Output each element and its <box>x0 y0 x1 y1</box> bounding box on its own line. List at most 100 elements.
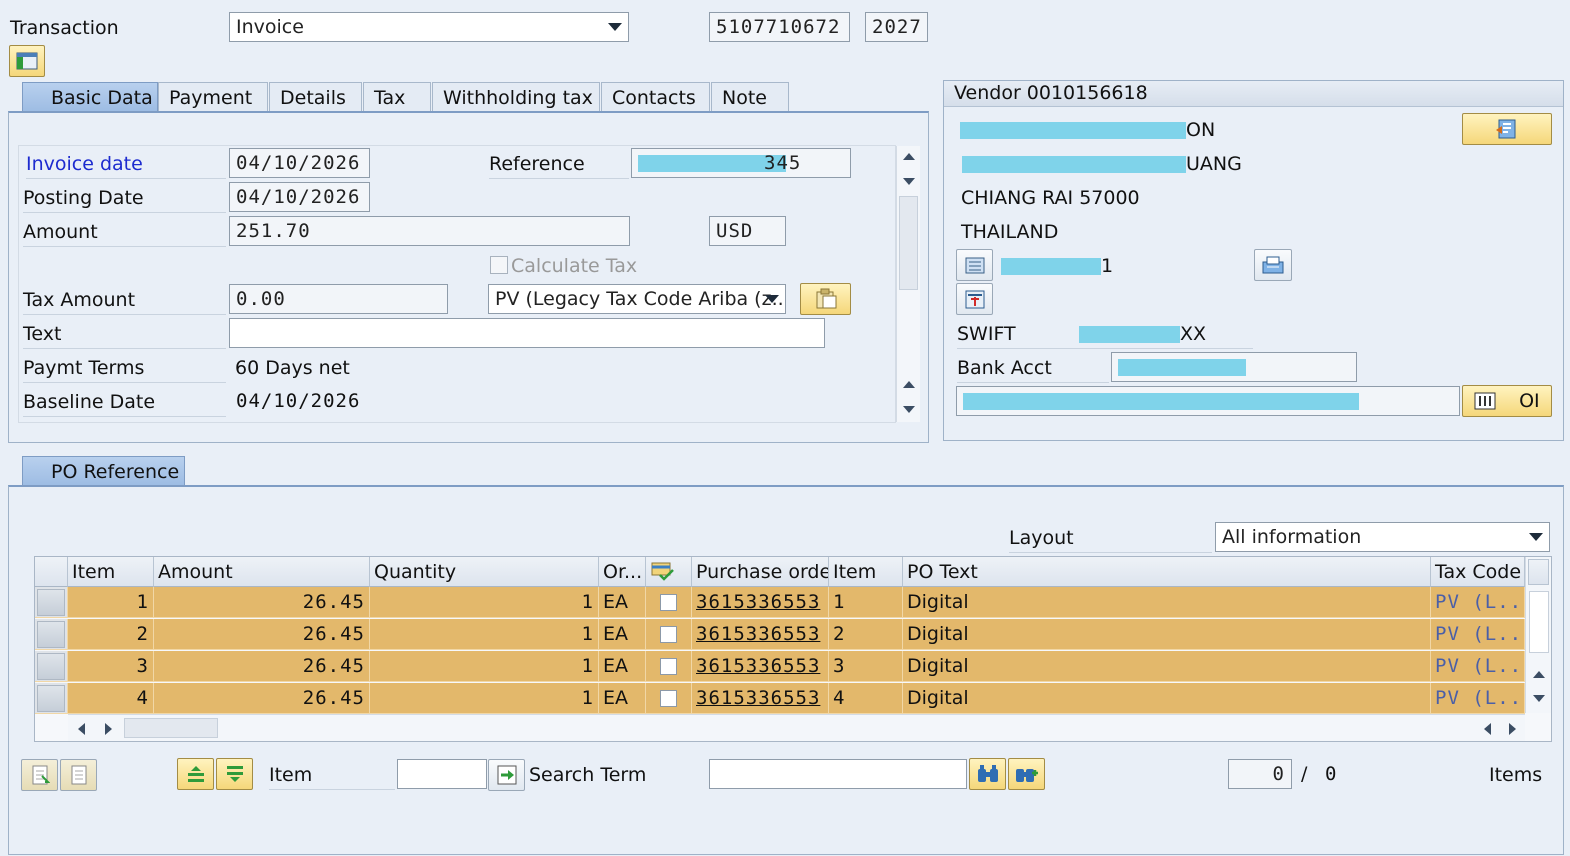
row-selector[interactable] <box>35 683 68 714</box>
select-all-items-button[interactable] <box>21 759 58 791</box>
row-selector[interactable] <box>35 651 68 682</box>
search-term-input[interactable] <box>709 759 967 789</box>
cell-quantity[interactable]: 1 <box>370 683 599 714</box>
redaction-mask <box>1001 258 1101 275</box>
bank-icon <box>965 290 984 309</box>
reference-field[interactable]: 345 <box>631 148 851 178</box>
cell-tax-code[interactable]: PV (L... <box>1431 651 1525 682</box>
tab-contacts[interactable]: Contacts <box>601 82 710 112</box>
basic-data-scrollbar[interactable] <box>896 146 920 422</box>
cell-select[interactable] <box>646 651 692 682</box>
scroll-thumb[interactable] <box>124 718 218 738</box>
table-horizontal-scrollbar[interactable] <box>68 714 1525 741</box>
cell-tax-code[interactable]: PV (L... <box>1431 619 1525 650</box>
row-selector[interactable] <box>35 619 68 650</box>
cell-amount[interactable]: 26.45 <box>154 587 370 618</box>
layout-value: All information <box>1222 526 1362 548</box>
cell-amount[interactable]: 26.45 <box>154 683 370 714</box>
scroll-thumb[interactable] <box>899 196 918 290</box>
row-checkbox[interactable] <box>660 626 677 643</box>
cell-purchase-order[interactable]: 3615336553 <box>692 651 829 682</box>
transaction-select[interactable]: Invoice <box>229 12 629 42</box>
vendor-change-button[interactable] <box>1462 113 1552 145</box>
cell-select[interactable] <box>646 619 692 650</box>
cell-select[interactable] <box>646 683 692 714</box>
cell-amount[interactable]: 26.45 <box>154 619 370 650</box>
table-row[interactable]: 3 26.45 1 EA 3615336553 3 Digital PV (L.… <box>35 651 1525 682</box>
select-all-header[interactable] <box>35 557 68 587</box>
tab-payment[interactable]: Payment <box>158 82 268 112</box>
cell-purchase-order[interactable]: 3615336553 <box>692 587 829 618</box>
tax-amount-field[interactable]: 0.00 <box>229 284 448 314</box>
tab-withholding-tax[interactable]: Withholding tax <box>432 82 600 112</box>
find-next-button[interactable] <box>1008 758 1045 790</box>
sort-descending-button[interactable] <box>216 758 253 790</box>
table-settings-corner[interactable] <box>1528 559 1549 585</box>
bank-account-field[interactable] <box>1111 352 1357 382</box>
table-row[interactable]: 1 26.45 1 EA 3615336553 1 Digital PV (L.… <box>35 587 1525 618</box>
fax-button[interactable] <box>1254 249 1292 281</box>
fax-icon <box>1262 256 1284 274</box>
scroll-left-icon <box>78 723 85 735</box>
table-row[interactable]: 4 26.45 1 EA 3615336553 4 Digital PV (L.… <box>35 683 1525 714</box>
scroll-thumb[interactable] <box>1529 591 1549 653</box>
layout-select[interactable]: All information <box>1215 522 1550 552</box>
transaction-label: Transaction <box>10 17 119 39</box>
cell-quantity[interactable]: 1 <box>370 587 599 618</box>
amount-field[interactable]: 251.70 <box>229 216 630 246</box>
vendor-name-line1: ON <box>1186 119 1216 141</box>
cell-tax-code[interactable]: PV (L... <box>1431 683 1525 714</box>
column-header-purchase-order[interactable]: Purchase order <box>692 557 829 587</box>
item-search-input[interactable] <box>397 759 487 789</box>
column-header-tax-code[interactable]: Tax Code <box>1431 557 1525 587</box>
redaction-mask <box>963 393 1359 410</box>
open-items-icon <box>1474 392 1496 410</box>
column-header-order-unit[interactable]: Or... <box>599 557 646 587</box>
tax-details-button[interactable] <box>800 283 851 315</box>
phone-button[interactable] <box>956 249 993 281</box>
sort-ascending-button[interactable] <box>177 758 214 790</box>
cell-purchase-order[interactable]: 3615336553 <box>692 619 829 650</box>
cell-select[interactable] <box>646 587 692 618</box>
row-checkbox[interactable] <box>660 594 677 611</box>
sort-ascending-icon <box>187 766 204 782</box>
cell-quantity[interactable]: 1 <box>370 651 599 682</box>
row-checkbox[interactable] <box>660 690 677 707</box>
cell-quantity[interactable]: 1 <box>370 619 599 650</box>
calculate-tax-checkbox[interactable] <box>490 256 508 274</box>
scroll-left-icon <box>1484 723 1491 735</box>
invoice-date-field[interactable]: 04/10/2026 <box>229 148 370 178</box>
column-header-po-item[interactable]: Item <box>829 557 903 587</box>
tab-tax[interactable]: Tax <box>363 82 431 112</box>
column-header-quantity[interactable]: Quantity <box>370 557 599 587</box>
currency-field[interactable]: USD <box>709 216 786 246</box>
row-checkbox[interactable] <box>660 658 677 675</box>
cell-purchase-order[interactable]: 3615336553 <box>692 683 829 714</box>
tax-code-select[interactable]: PV (Legacy Tax Code Ariba (z... <box>488 284 786 314</box>
column-header-po-text[interactable]: PO Text <box>903 557 1431 587</box>
column-header-item[interactable]: Item <box>68 557 154 587</box>
open-items-button[interactable]: OI <box>1462 385 1552 417</box>
deselect-all-items-button[interactable] <box>60 759 97 791</box>
row-selector[interactable] <box>35 587 68 618</box>
tab-basic-data[interactable]: Basic Data <box>22 82 158 112</box>
bank-details-button[interactable] <box>956 283 993 315</box>
cell-item: 4 <box>68 683 154 714</box>
chevron-down-icon <box>1529 533 1543 541</box>
tab-po-reference[interactable]: PO Reference <box>22 456 185 486</box>
column-header-amount[interactable]: Amount <box>154 557 370 587</box>
redaction-mask <box>1118 359 1246 376</box>
find-button[interactable] <box>969 758 1006 790</box>
tab-note[interactable]: Note <box>711 82 789 112</box>
cell-amount[interactable]: 26.45 <box>154 651 370 682</box>
posting-date-field[interactable]: 04/10/2026 <box>229 182 370 212</box>
tab-details[interactable]: Details <box>269 82 362 112</box>
text-field[interactable] <box>229 318 825 348</box>
toggle-layout-button[interactable] <box>9 45 45 77</box>
table-vertical-scrollbar[interactable] <box>1525 557 1551 713</box>
items-total: 0 <box>1325 763 1338 785</box>
go-to-item-button[interactable] <box>488 759 525 791</box>
column-header-select[interactable] <box>646 557 692 587</box>
cell-tax-code[interactable]: PV (L... <box>1431 587 1525 618</box>
table-row[interactable]: 2 26.45 1 EA 3615336553 2 Digital PV (L.… <box>35 619 1525 650</box>
